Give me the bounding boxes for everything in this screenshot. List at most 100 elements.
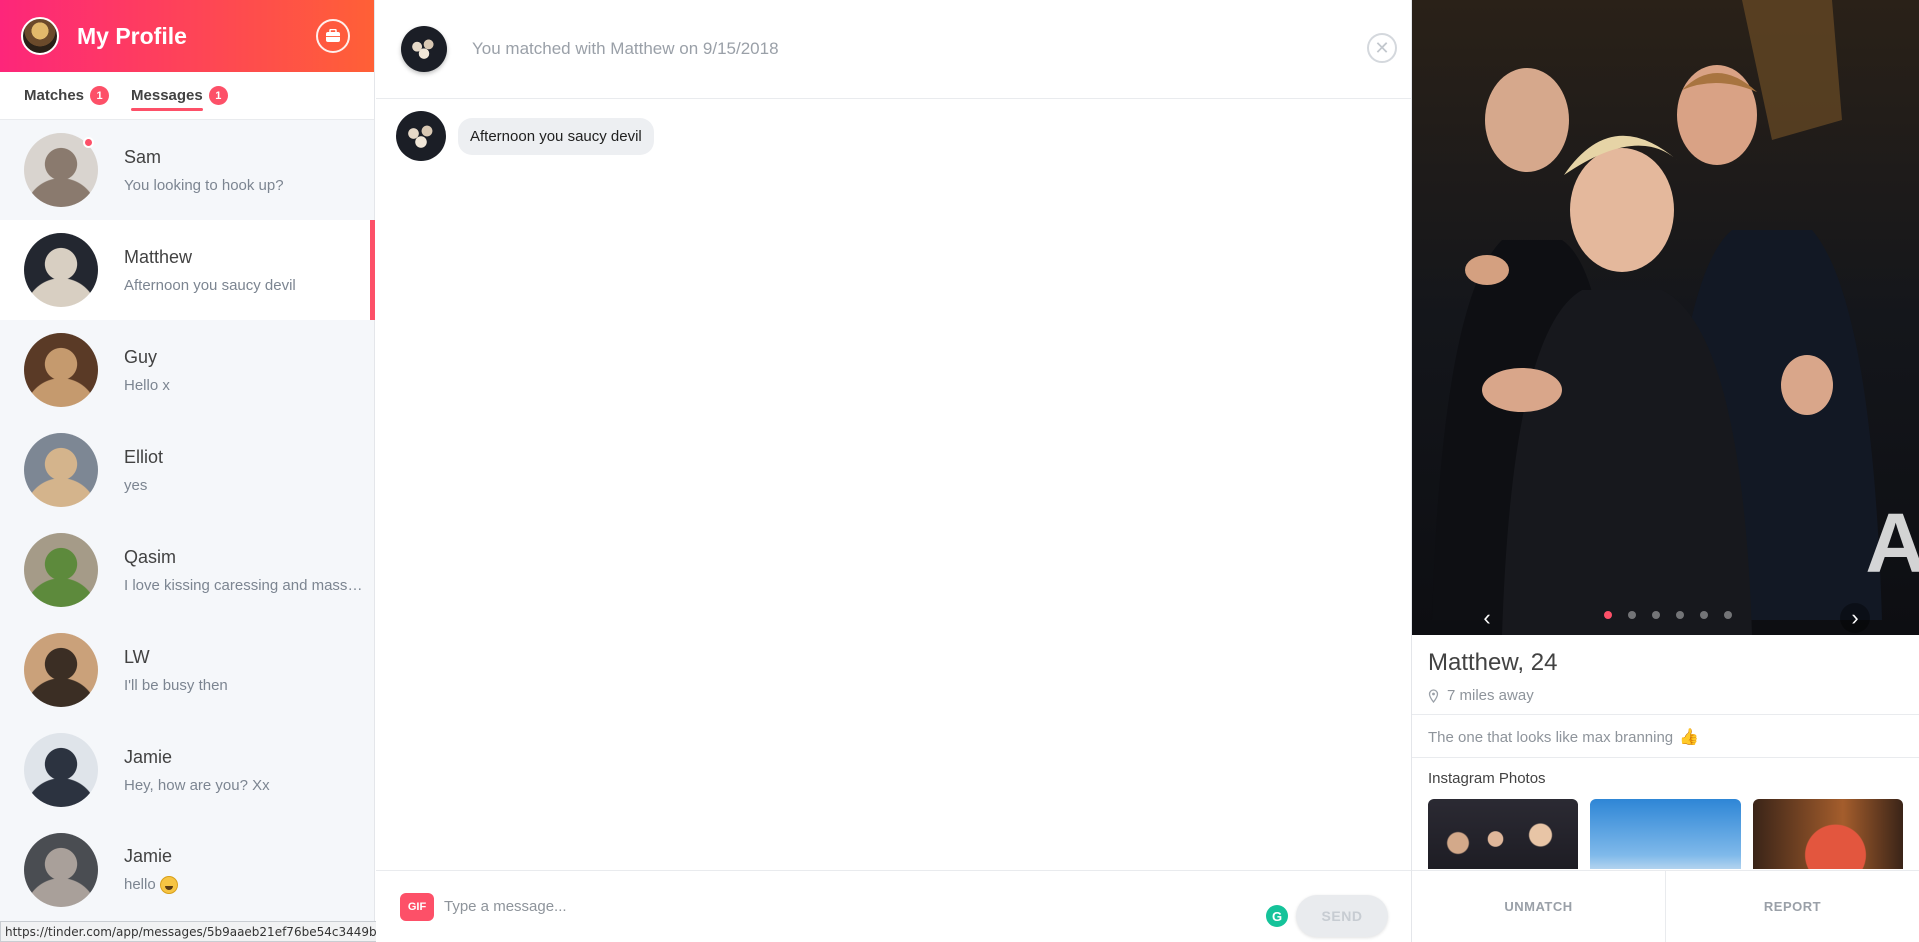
- sender-avatar[interactable]: [396, 111, 446, 161]
- conversation-preview: Afternoon you saucy devil: [124, 277, 364, 294]
- photo-page-dot[interactable]: [1604, 611, 1612, 619]
- conversation-name: Jamie: [124, 845, 173, 866]
- conversation-preview: hello: [124, 875, 364, 895]
- message-row: Afternoon you saucy devil: [396, 111, 654, 161]
- conversation-avatar[interactable]: [24, 733, 98, 807]
- conversation-item[interactable]: Jamie hello: [0, 820, 375, 920]
- match-profile-panel: ‹ › A Matthew, 24 7 miles away The one t…: [1411, 0, 1919, 942]
- conversation-name: LW: [124, 646, 150, 667]
- profile-actions: UNMATCH REPORT: [1412, 870, 1919, 942]
- conversation-item[interactable]: Elliot yes: [0, 420, 375, 520]
- conversation-preview-text: hello: [124, 875, 156, 893]
- message-bubble: Afternoon you saucy devil: [458, 117, 654, 155]
- profile-avatar[interactable]: [21, 17, 59, 55]
- photo-page-dot[interactable]: [1724, 611, 1732, 619]
- conversation-item[interactable]: Qasim I love kissing caressing and massag…: [0, 520, 375, 620]
- instagram-photos-title: Instagram Photos: [1428, 770, 1546, 787]
- conversation-name: Matthew: [124, 246, 193, 267]
- conversation-item[interactable]: Matthew Afternoon you saucy devil: [0, 220, 375, 320]
- conversation-avatar[interactable]: [24, 233, 98, 307]
- instagram-photo-row: [1428, 799, 1903, 869]
- conversation-name: Qasim: [124, 546, 177, 567]
- profile-photo-image: [1412, 0, 1919, 635]
- conversation-name: Jamie: [124, 746, 173, 767]
- chat-header: You matched with Matthew on 9/15/2018 ✕: [376, 0, 1411, 99]
- tab-bar: Matches 1 Messages 1: [0, 72, 374, 120]
- conversation-text: Jamie Hey, how are you? Xx: [124, 747, 364, 794]
- previous-photo-chevron-icon[interactable]: ‹: [1472, 603, 1502, 633]
- photo-page-dot[interactable]: [1676, 611, 1684, 619]
- grammarly-icon[interactable]: G: [1266, 905, 1288, 927]
- conversation-name: Sam: [124, 146, 162, 167]
- conversation-preview-text: yes: [124, 476, 148, 494]
- conversation-name: Guy: [124, 346, 158, 367]
- conversation-avatar[interactable]: [24, 533, 98, 607]
- conversation-preview: Hey, how are you? Xx: [124, 777, 364, 794]
- message-composer: GIF G SEND: [376, 870, 1411, 942]
- instagram-photo[interactable]: [1590, 799, 1741, 869]
- sidebar: My Profile Matches 1 Messages 1 Sam You l…: [0, 0, 375, 942]
- divider: [1412, 757, 1919, 758]
- conversation-avatar[interactable]: [24, 133, 98, 207]
- conversation-text: Elliot yes: [124, 447, 364, 494]
- conversation-name: Elliot: [124, 446, 164, 467]
- photo-overlay-letter: A: [1865, 496, 1919, 590]
- conversation-preview: yes: [124, 477, 364, 494]
- close-icon[interactable]: ✕: [1367, 33, 1397, 63]
- grinning-emoji-icon: [159, 876, 178, 895]
- chat-panel: You matched with Matthew on 9/15/2018 ✕ …: [376, 0, 1411, 942]
- conversation-item[interactable]: Sam You looking to hook up?: [0, 120, 375, 220]
- conversation-avatar[interactable]: [24, 433, 98, 507]
- matched-date-text: You matched with Matthew on 9/15/2018: [472, 39, 779, 58]
- profile-bio: The one that looks like max branning 👍: [1428, 715, 1903, 757]
- thumbs-up-icon: 👍: [1679, 729, 1700, 746]
- conversation-preview: Hello x: [124, 377, 364, 394]
- messages-count-badge: 1: [208, 86, 228, 105]
- report-button[interactable]: REPORT: [1665, 871, 1919, 942]
- conversation-preview-text: Hello x: [124, 376, 170, 394]
- match-avatar[interactable]: [401, 26, 447, 72]
- conversation-preview-text: I love kissing caressing and massaging: [124, 576, 364, 594]
- instagram-photo[interactable]: [1428, 799, 1579, 869]
- conversation-text: Guy Hello x: [124, 347, 364, 394]
- conversation-text: Sam You looking to hook up?: [124, 147, 364, 194]
- tab-messages-label: Messages: [131, 87, 203, 111]
- unread-dot: [83, 137, 94, 148]
- conversation-avatar[interactable]: [24, 333, 98, 407]
- distance-text: 7 miles away: [1447, 687, 1534, 704]
- conversation-item[interactable]: Guy Hello x: [0, 320, 375, 420]
- message-input[interactable]: [444, 890, 1244, 923]
- photo-page-dot[interactable]: [1628, 611, 1636, 619]
- gif-button[interactable]: GIF: [400, 892, 434, 921]
- my-profile-header[interactable]: My Profile: [0, 0, 374, 72]
- briefcase-icon[interactable]: [316, 19, 350, 53]
- unmatch-button[interactable]: UNMATCH: [1412, 871, 1665, 942]
- photo-pagination: [1604, 611, 1748, 619]
- photo-page-dot[interactable]: [1652, 611, 1660, 619]
- tab-matches[interactable]: Matches 1: [24, 72, 110, 120]
- conversation-text: Qasim I love kissing caressing and massag…: [124, 547, 364, 594]
- tab-matches-label: Matches: [24, 87, 85, 104]
- profile-name-age: Matthew, 24: [1428, 649, 1558, 676]
- conversation-item[interactable]: LW I'll be busy then: [0, 620, 375, 720]
- conversation-avatar[interactable]: [24, 833, 98, 907]
- profile-info: Matthew, 24 7 miles away The one that lo…: [1412, 635, 1919, 869]
- conversation-preview-text: You looking to hook up?: [124, 176, 284, 194]
- tab-messages[interactable]: Messages 1: [131, 72, 228, 120]
- conversation-list: Sam You looking to hook up? Matthew Afterno…: [0, 120, 375, 942]
- conversation-text: Jamie hello: [124, 845, 364, 895]
- instagram-photo[interactable]: [1752, 799, 1903, 869]
- bio-text: The one that looks like max branning: [1428, 728, 1674, 746]
- conversation-text: LW I'll be busy then: [124, 647, 364, 694]
- next-photo-chevron-icon[interactable]: ›: [1840, 603, 1870, 633]
- my-profile-title[interactable]: My Profile: [77, 23, 187, 50]
- conversation-preview-text: I'll be busy then: [124, 676, 228, 694]
- conversation-preview-text: Hey, how are you? Xx: [124, 776, 270, 794]
- send-button[interactable]: SEND: [1296, 895, 1388, 937]
- conversation-item[interactable]: Jamie Hey, how are you? Xx: [0, 720, 375, 820]
- profile-photo[interactable]: ‹ › A: [1412, 0, 1919, 635]
- photo-page-dot[interactable]: [1700, 611, 1708, 619]
- profile-distance: 7 miles away: [1428, 687, 1903, 704]
- conversation-text: Matthew Afternoon you saucy devil: [124, 247, 364, 294]
- conversation-avatar[interactable]: [24, 633, 98, 707]
